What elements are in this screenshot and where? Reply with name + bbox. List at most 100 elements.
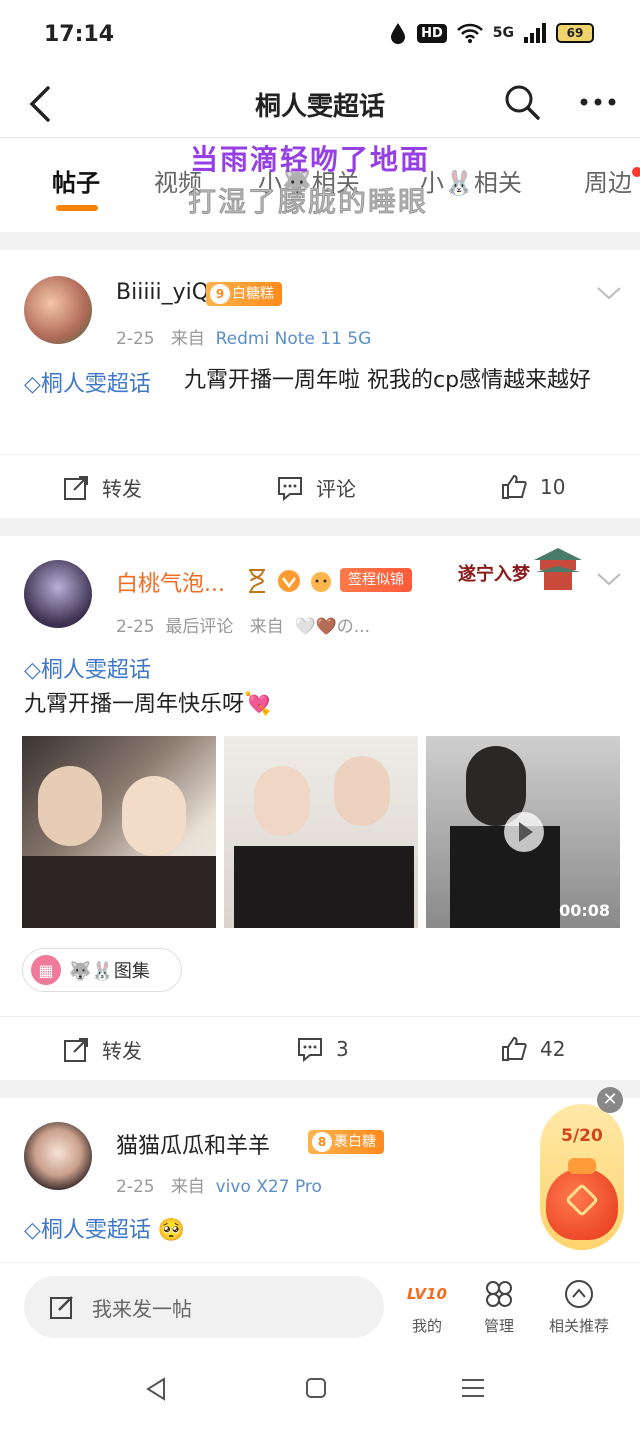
topic-link[interactable]: ◇桐人雯超话 🥺 [24, 1212, 185, 1244]
signal-icon [524, 23, 546, 43]
decoration-text: 遂宁入梦 [458, 564, 530, 585]
close-icon[interactable]: ✕ [597, 1087, 623, 1113]
chevron-down-icon[interactable] [594, 278, 624, 308]
repost-label: 转发 [102, 477, 142, 501]
post-from: 来自 [170, 329, 205, 349]
post-text: 九霄开播一周年啦 祝我的cp感情越来越好 [184, 368, 592, 393]
post-image[interactable] [22, 736, 216, 928]
comment-button[interactable]: 评论 [276, 473, 356, 502]
post-meta: 2-25 最后评论 来自 🤍🤎の... [116, 612, 370, 637]
system-menu-icon[interactable] [460, 1376, 486, 1400]
task-progress: 5/20 [561, 1126, 603, 1146]
divider [0, 1080, 640, 1098]
album-link[interactable]: ▦ 🐺🐰图集 [22, 948, 182, 992]
manage-icon [486, 1281, 512, 1307]
post-last-comment: 最后评论 [165, 617, 234, 637]
like-button[interactable]: 42 [500, 1035, 565, 1063]
album-label: 🐺🐰图集 [69, 961, 150, 982]
topic-label: 桐人雯超话 🥺 [40, 1218, 186, 1243]
task-red-packet[interactable]: 5/20 [540, 1104, 624, 1250]
dnd-drop-icon [391, 23, 406, 44]
post-device[interactable]: Redmi Note 11 5G [216, 329, 372, 349]
status-time: 17:14 [44, 22, 115, 47]
comment-button[interactable]: 3 [296, 1035, 349, 1063]
comment-icon [298, 1038, 322, 1063]
edit-icon [50, 1296, 73, 1319]
post-meta: 2-25 来自 vivo X27 Pro [116, 1172, 322, 1197]
manage-label: 管理 [483, 1317, 514, 1335]
search-icon[interactable] [502, 82, 542, 122]
system-nav-bar [0, 1350, 640, 1429]
like-icon [502, 474, 527, 499]
avatar[interactable] [24, 560, 92, 628]
divider [0, 518, 640, 536]
tab-rabbit-related[interactable]: 小🐰相关 [420, 163, 522, 198]
post-meta: 2-25 来自 Redmi Note 11 5G [116, 324, 371, 349]
tab-notification-dot [632, 167, 640, 177]
more-icon[interactable] [578, 82, 618, 122]
tiger-icon [311, 572, 331, 592]
post-from: 来自 [249, 617, 284, 637]
badge-level: 8 [312, 1132, 332, 1152]
compose-post-input[interactable]: 我来发一帖 [24, 1276, 384, 1338]
comment-label: 评论 [316, 477, 356, 501]
post-actions: 转发 评论 10 [0, 454, 640, 518]
related-recommend-button[interactable]: 相关推荐 [544, 1277, 614, 1336]
overlay-lyric-line2: 打湿了朦胧的睡眼 [187, 185, 429, 219]
post-date: 2-25 [116, 329, 155, 349]
topic-link[interactable]: ◇桐人雯超话 [24, 652, 151, 684]
chevron-up-circle-icon [565, 1280, 593, 1308]
page-title: 桐人雯超话 [254, 92, 385, 122]
badge-label: 白糖糕 [232, 286, 274, 302]
post-username[interactable]: 白桃气泡... [116, 566, 225, 598]
post-from: 来自 [170, 1177, 205, 1197]
status-icons: HD 5G 69 [389, 22, 594, 44]
repost-button[interactable]: 转发 [62, 473, 142, 502]
fan-badge: 8 裹白糖 [308, 1130, 384, 1154]
related-label: 相关推荐 [548, 1317, 609, 1335]
fan-badge: 9 白糖糕 [206, 282, 282, 306]
avatar[interactable] [24, 1122, 92, 1190]
post-device[interactable]: 🤍🤎の... [294, 617, 370, 637]
battery-indicator: 69 [556, 23, 594, 43]
tab-merch[interactable]: 周边 [584, 163, 632, 198]
post-image[interactable] [224, 736, 418, 928]
post-card[interactable]: 白桃气泡... 签程似锦 遂宁入梦 2-25 最后评论 来自 🤍🤎の... ◇桐… [0, 536, 640, 1080]
play-icon[interactable] [504, 812, 544, 852]
mine-label: 我的 [411, 1317, 442, 1335]
system-back-icon[interactable] [144, 1376, 168, 1402]
video-duration: 00:08 [559, 901, 610, 920]
chevron-down-icon[interactable] [594, 564, 624, 594]
album-icon: ▦ [31, 955, 61, 985]
system-home-icon[interactable] [304, 1376, 328, 1400]
post-date: 2-25 [116, 1177, 155, 1197]
badge-label: 裹白糖 [334, 1134, 376, 1150]
network-type: 5G [492, 25, 514, 41]
post-date: 2-25 [116, 617, 155, 637]
decoration-card: 遂宁入梦 [456, 540, 586, 598]
fan-badge: 签程似锦 [340, 568, 412, 592]
lucky-bag-icon [546, 1158, 618, 1240]
divider [0, 232, 640, 250]
like-icon [502, 1036, 527, 1061]
like-button[interactable]: 10 [500, 473, 565, 501]
repost-button[interactable]: 转发 [62, 1035, 142, 1064]
wifi-icon [456, 23, 483, 43]
repost-icon [64, 475, 88, 500]
post-card[interactable]: Biiiii_yiQ 9 白糖糕 2-25 来自 Redmi Note 11 5… [0, 250, 640, 518]
post-username[interactable]: 猫猫瓜瓜和羊羊 [116, 1128, 270, 1160]
manage-button[interactable]: 管理 [464, 1277, 534, 1336]
pagoda-icon [534, 548, 582, 590]
post-video[interactable]: 00:08 [426, 736, 620, 928]
comment-count: 3 [336, 1037, 349, 1061]
mine-button[interactable]: LV10 我的 [392, 1277, 462, 1336]
post-username[interactable]: Biiiii_yiQ [116, 280, 209, 305]
avatar[interactable] [24, 276, 92, 344]
tab-posts[interactable]: 帖子 [52, 163, 100, 198]
hourglass-icon [249, 569, 265, 593]
level-icon: LV10 [407, 1285, 447, 1303]
post-device[interactable]: vivo X27 Pro [216, 1177, 322, 1197]
topic-label: 桐人雯超话 [40, 658, 151, 683]
like-count: 10 [540, 475, 566, 499]
repost-label: 转发 [102, 1039, 142, 1063]
